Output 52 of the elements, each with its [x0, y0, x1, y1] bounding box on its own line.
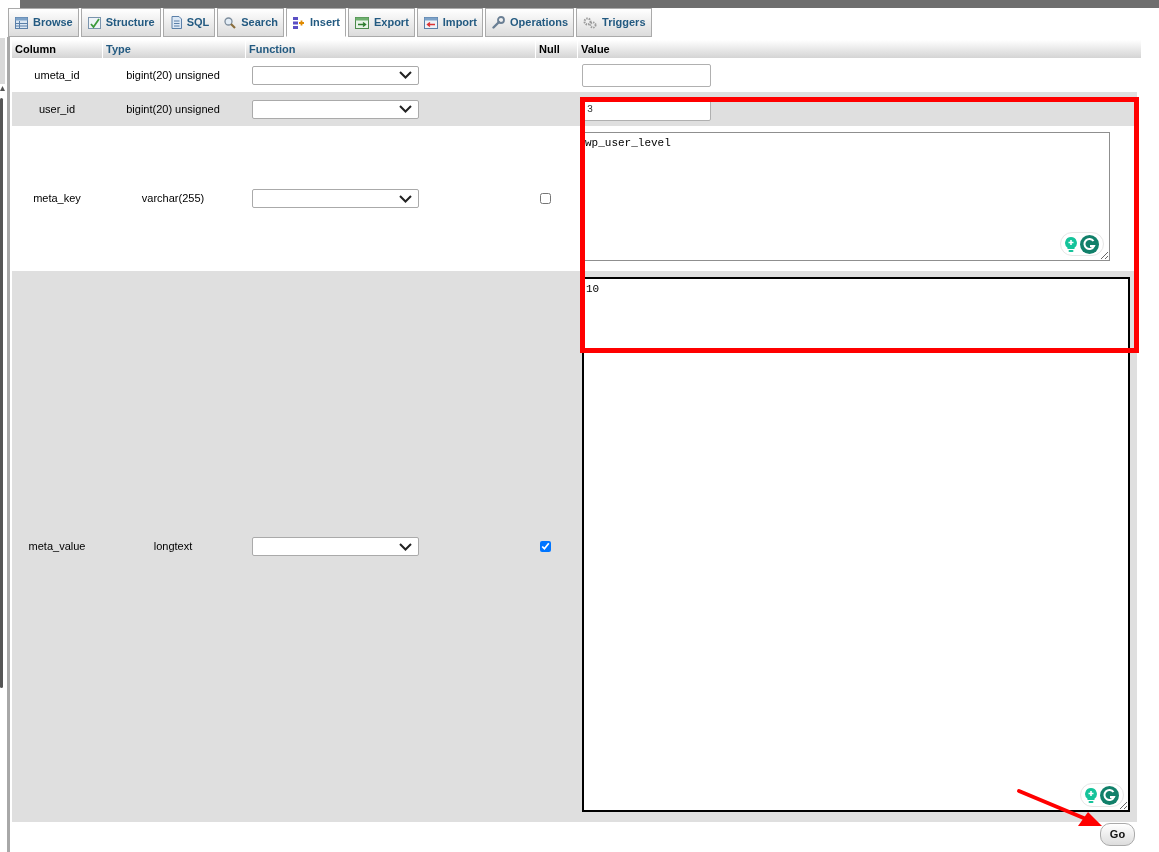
- null-checkbox[interactable]: [540, 541, 551, 552]
- tab[interactable]: Import: [416, 8, 484, 37]
- go-button[interactable]: Go: [1100, 823, 1135, 846]
- column-header[interactable]: Type: [103, 40, 245, 58]
- function-dropdown[interactable]: [252, 189, 419, 208]
- search-icon: [224, 16, 237, 29]
- column-type: bigint(20) unsigned: [126, 101, 220, 117]
- assistant-logo-icon: [1100, 785, 1119, 805]
- column-type: longtext: [153, 539, 193, 555]
- insert-rows-icon: [293, 16, 305, 29]
- null-checkbox[interactable]: [540, 193, 551, 204]
- wrench-icon: [492, 16, 506, 29]
- tab[interactable]: Triggers: [576, 8, 652, 37]
- chevron-down-icon: [399, 542, 412, 551]
- function-dropdown[interactable]: [252, 537, 419, 556]
- tab[interactable]: Browse: [8, 8, 79, 37]
- table-icon: [15, 16, 28, 29]
- value-textarea[interactable]: wp_user_level: [582, 132, 1110, 261]
- function-dropdown[interactable]: [252, 99, 419, 119]
- tab[interactable]: SQL: [162, 8, 216, 37]
- chevron-down-icon: [399, 71, 412, 79]
- lightbulb-icon: [1085, 787, 1097, 803]
- column-name: meta_value: [28, 539, 86, 555]
- lightbulb-icon: [1065, 236, 1077, 252]
- value-input[interactable]: [582, 63, 711, 87]
- value-textarea[interactable]: 10: [582, 277, 1130, 812]
- column-name: user_id: [38, 101, 76, 117]
- tab[interactable]: Operations: [485, 8, 575, 37]
- tab[interactable]: Structure: [80, 8, 161, 37]
- assistant-badge[interactable]: [1060, 232, 1104, 256]
- column-type: bigint(20) unsigned: [126, 67, 220, 83]
- tab[interactable]: Insert: [286, 8, 346, 37]
- assistant-badge[interactable]: [1080, 783, 1124, 807]
- function-dropdown[interactable]: [252, 65, 419, 85]
- tab[interactable]: Search: [217, 8, 284, 37]
- assistant-logo-icon: [1080, 234, 1099, 254]
- column-header: Column: [12, 40, 102, 58]
- chevron-down-icon: [399, 194, 412, 203]
- gears-icon: [583, 16, 598, 29]
- chevron-down-icon: [399, 105, 412, 113]
- column-header[interactable]: Function: [246, 40, 535, 58]
- document-icon: [169, 16, 182, 29]
- scrollbar[interactable]: [0, 98, 3, 688]
- panel-edge: [0, 38, 5, 84]
- column-header: Null: [536, 40, 577, 58]
- table-check-icon: [87, 16, 101, 29]
- column-type: varchar(255): [141, 191, 205, 207]
- column-name: umeta_id: [34, 67, 80, 83]
- tab[interactable]: Export: [347, 8, 415, 37]
- collapse-arrow-icon[interactable]: [0, 86, 5, 92]
- column-name: meta_key: [33, 191, 81, 207]
- column-header: Value: [578, 40, 1141, 58]
